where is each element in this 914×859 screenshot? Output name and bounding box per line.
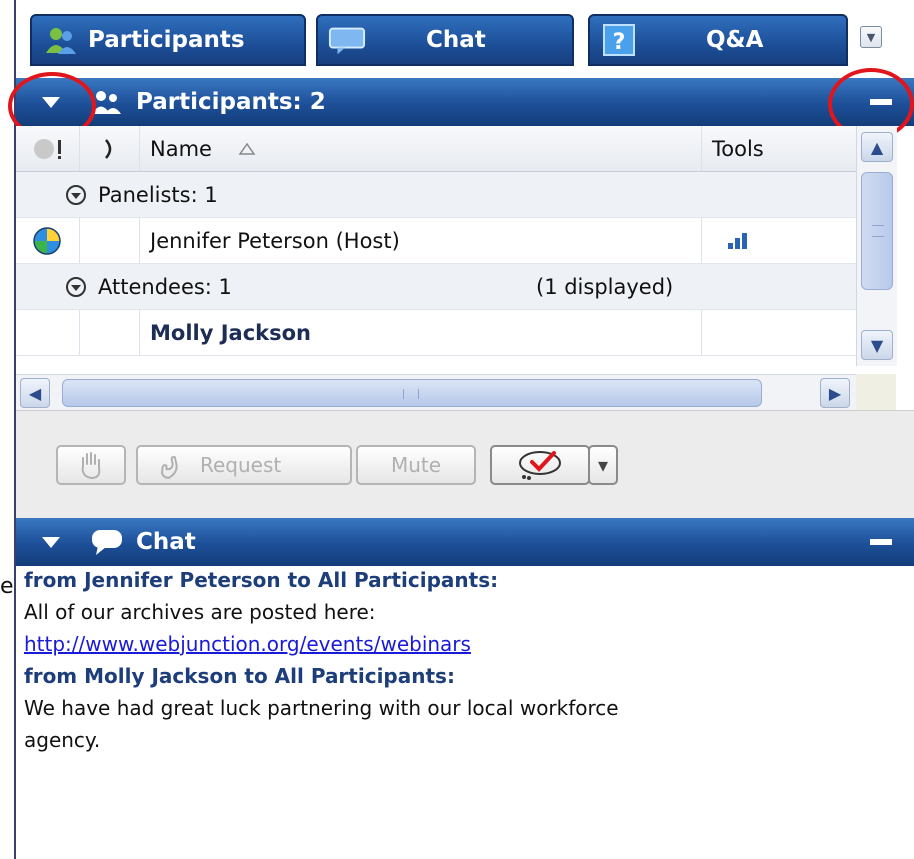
feedback-dropdown-button[interactable]: ▾ [588, 445, 618, 485]
tab-chat[interactable]: Chat [316, 14, 574, 66]
table-row[interactable]: Molly Jackson [16, 310, 856, 356]
chat-message-text: We have had great luck partnering with o… [24, 696, 619, 720]
mute-button[interactable]: Mute [356, 445, 476, 485]
table-row[interactable]: Jennifer Peterson (Host) [16, 218, 856, 264]
tab-participants[interactable]: Participants [30, 14, 306, 66]
attendees-displayed-label: (1 displayed) [536, 274, 674, 299]
scroll-left-button[interactable]: ◀ [20, 378, 50, 408]
status-column-header[interactable] [16, 126, 80, 171]
chat-panel-title: Chat [136, 529, 196, 555]
name-cell: Molly Jackson [140, 310, 702, 355]
attendees-group-label: Attendees: 1 [98, 274, 232, 299]
chat-bubble-icon [328, 21, 366, 59]
audio-cell [80, 310, 140, 355]
request-button-label: Request [200, 453, 282, 477]
chat-bubble-icon [90, 528, 124, 556]
tools-cell [702, 310, 856, 355]
participant-name: Jennifer Peterson (Host) [150, 228, 400, 253]
tab-qa-label: Q&A [706, 27, 764, 53]
panel-tab-bar: Participants Chat ? Q&A ▼ [16, 0, 914, 72]
panel-menu-icon[interactable]: ▼ [860, 26, 882, 48]
table-header-row: Name Tools [16, 126, 856, 172]
chat-message-area[interactable]: from Jennifer Peterson to All Participan… [16, 566, 914, 859]
horizontal-scroll-thumb[interactable] [62, 379, 762, 407]
tools-column-label: Tools [712, 136, 764, 161]
vertical-scrollbar[interactable]: ▲ ▼ [856, 126, 897, 366]
tools-column-header[interactable]: Tools [702, 126, 856, 171]
phone-icon [161, 455, 178, 479]
tools-cell [702, 218, 856, 263]
scroll-down-button[interactable]: ▼ [861, 330, 893, 360]
name-column-label: Name [150, 136, 212, 161]
feedback-check-icon [519, 451, 561, 480]
horizontal-scrollbar[interactable]: ◀ ▶ [16, 374, 856, 411]
chat-link[interactable]: http://www.webjunction.org/events/webina… [24, 632, 471, 656]
sort-asc-icon [238, 137, 256, 161]
chevron-down-icon: ▾ [597, 453, 609, 477]
attendees-group-row[interactable]: Attendees: 1 (1 displayed) [16, 264, 856, 310]
participants-table: Name Tools Panelists: 1 Jennifer Peterso… [16, 126, 856, 356]
svg-text:?: ? [613, 30, 626, 55]
participants-icon [42, 21, 80, 59]
tab-chat-label: Chat [426, 27, 486, 53]
tab-qa[interactable]: ? Q&A [588, 14, 848, 66]
raise-hand-button[interactable] [56, 445, 126, 485]
chat-sender: from Molly Jackson to All Participants: [24, 664, 455, 688]
mute-button-label: Mute [390, 453, 442, 477]
help-icon: ? [600, 21, 638, 59]
name-column-header[interactable]: Name [140, 126, 702, 171]
collapse-triangle-icon[interactable] [42, 536, 60, 548]
signal-bars-icon [728, 232, 747, 249]
vertical-scroll-thumb[interactable] [861, 172, 893, 290]
participants-panel-title: Participants: 2 [136, 89, 326, 115]
chat-message-text: agency. [24, 728, 101, 752]
name-cell: Jennifer Peterson (Host) [140, 218, 702, 263]
participant-toolbar: Request Mute ▾ [16, 410, 914, 519]
attendees-displayed-count: (1 displayed) [536, 264, 673, 309]
panelists-group-label: Panelists: 1 [98, 182, 218, 207]
minimize-icon[interactable] [870, 539, 892, 545]
audio-column-header[interactable] [80, 126, 140, 171]
status-cell [16, 218, 80, 263]
chat-sender: from Jennifer Peterson to All Participan… [24, 568, 499, 592]
panelists-group-row[interactable]: Panelists: 1 [16, 172, 856, 218]
audio-cell [80, 218, 140, 263]
scrollbar-corner [856, 374, 896, 410]
expand-group-icon[interactable] [66, 276, 86, 297]
chat-panel-header: Chat [16, 518, 914, 566]
chat-message-text: All of our archives are posted here: [24, 600, 376, 624]
participants-panel-header: Participants: 2 [16, 78, 914, 126]
raise-hand-icon [81, 452, 101, 480]
feedback-button[interactable] [490, 445, 590, 485]
expand-group-icon[interactable] [66, 184, 86, 205]
tab-participants-label: Participants [88, 27, 245, 53]
edge-clipped-text: e [0, 574, 14, 599]
request-button[interactable]: Request [136, 445, 352, 485]
scroll-right-button[interactable]: ▶ [820, 378, 850, 408]
globe-status-icon [33, 226, 61, 255]
participant-name: Molly Jackson [150, 320, 311, 345]
scroll-up-button[interactable]: ▲ [861, 132, 893, 162]
status-cell [16, 310, 80, 355]
